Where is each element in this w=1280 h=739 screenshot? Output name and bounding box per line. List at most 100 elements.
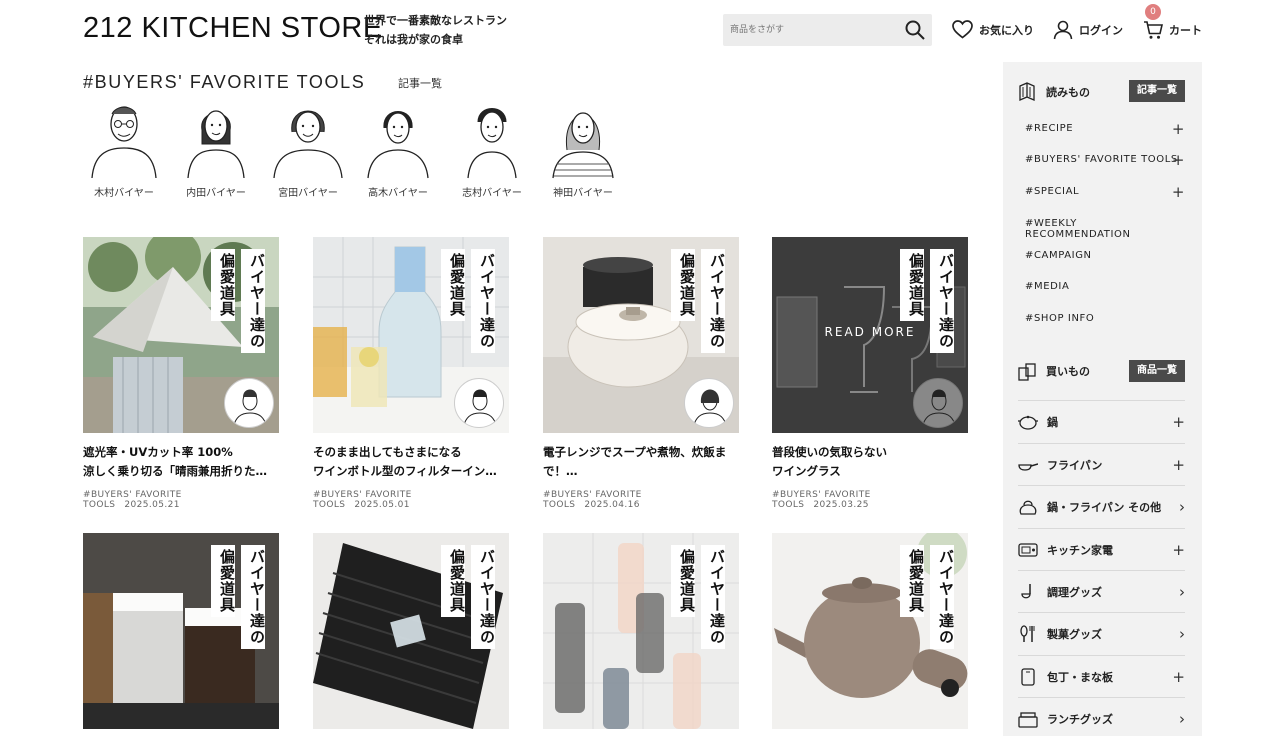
cart-label: カート	[1169, 24, 1202, 37]
category-pot-pan-other[interactable]: 鍋・フライパン その他 ›	[1018, 485, 1185, 527]
category-kitchen-appliance[interactable]: キッチン家電 +	[1018, 528, 1185, 570]
category-cooking-goods[interactable]: 調理グッズ ›	[1018, 570, 1185, 612]
article-thumbnail[interactable]: バイヤー達の 偏愛道具	[313, 237, 509, 433]
plus-icon[interactable]: +	[1172, 151, 1185, 169]
category-label: 鍋・フライパン その他	[1047, 500, 1162, 514]
article-card-umbrella[interactable]: バイヤー達の 偏愛道具 遮光率・UVカット率 100% 涼しく乗り切る「晴雨兼用…	[83, 237, 279, 510]
tagline-line-1: 世界で一番素敵なレストラン	[364, 14, 507, 27]
cart-count-badge: 0	[1145, 4, 1161, 20]
read-more-overlay[interactable]: READ MORE	[772, 325, 968, 339]
article-title[interactable]: 電子レンジでスープや煮物、炊飯ま で！…	[543, 443, 739, 481]
plus-icon[interactable]: +	[1172, 541, 1185, 559]
plus-icon[interactable]: +	[1172, 413, 1185, 431]
article-card-teapot[interactable]: バイヤー達の 偏愛道具	[772, 533, 968, 729]
plus-icon[interactable]: +	[1172, 668, 1185, 686]
sidebar-item-label: #SHOP INFO	[1025, 313, 1095, 324]
article-card-wine-glass[interactable]: バイヤー達の 偏愛道具 READ MORE 普段使いの気取らない ワイングラス …	[772, 237, 968, 510]
shopping-bag-icon	[1018, 363, 1036, 381]
cart-link[interactable]: カート	[1143, 20, 1202, 40]
buyer-name: 内田バイヤー	[186, 188, 246, 199]
login-link[interactable]: ログイン	[1053, 20, 1123, 40]
search-input[interactable]	[723, 14, 893, 46]
article-card-coffee-canister[interactable]: バイヤー達の 偏愛道具	[83, 533, 279, 729]
ladle-icon	[1021, 583, 1031, 598]
sidebar-item-recipe[interactable]: #RECIPE +	[1025, 120, 1185, 138]
buyer-takagi[interactable]: 高木バイヤー	[353, 100, 443, 199]
buyer-kimura[interactable]: 木村バイヤー	[79, 100, 169, 199]
chevron-right-icon[interactable]: ›	[1179, 710, 1185, 728]
sidebar: 読みもの 記事一覧 #RECIPE + #BUYERS' FAVORITE TOO…	[1003, 62, 1202, 736]
buyer-avatar	[913, 378, 963, 428]
article-card-microwave-pot[interactable]: バイヤー達の 偏愛道具 電子レンジでスープや煮物、炊飯ま で！… #BUYERS…	[543, 237, 739, 510]
label-buyers: バイヤー達の	[241, 249, 266, 353]
category-frying-pan[interactable]: フライパン +	[1018, 443, 1185, 485]
article-card-wine-bottle[interactable]: バイヤー達の 偏愛道具 そのまま出してもさまになる ワインボトル型のフィルターイ…	[313, 237, 509, 510]
tagline-line-2: それは我が家の食卓	[364, 33, 463, 46]
buyer-portrait	[552, 112, 614, 179]
label-favorite-tools: 偏愛道具	[671, 249, 696, 321]
buyer-shimura[interactable]: 志村バイヤー	[447, 100, 537, 199]
buyer-miyata[interactable]: 宮田バイヤー	[263, 100, 353, 199]
sidebar-item-shop-info[interactable]: #SHOP INFO	[1025, 313, 1185, 324]
sidebar-item-weekly-recommendation[interactable]: #WEEKLY RECOMMENDATION	[1025, 218, 1185, 240]
buyer-kanda[interactable]: 神田バイヤー	[538, 100, 628, 199]
title-line-2: ワインボトル型のフィルターイン…	[313, 464, 497, 478]
title-line-2: ワイングラス	[772, 464, 841, 478]
label-buyers: バイヤー達の	[471, 545, 496, 649]
article-thumbnail[interactable]: バイヤー達の 偏愛道具	[772, 533, 968, 729]
sidebar-item-media[interactable]: #MEDIA	[1025, 281, 1185, 292]
category-lunch-goods[interactable]: ランチグッズ ›	[1018, 697, 1185, 739]
article-thumbnail[interactable]: バイヤー達の 偏愛道具	[83, 533, 279, 729]
category-baking-goods[interactable]: 製菓グッズ ›	[1018, 612, 1185, 654]
user-icon	[1053, 20, 1073, 40]
article-card-thawing-plate[interactable]: バイヤー達の 偏愛道具	[313, 533, 509, 729]
article-thumbnail[interactable]: バイヤー達の 偏愛道具 READ MORE	[772, 237, 968, 433]
favorites-link[interactable]: お気に入り	[952, 20, 1034, 39]
sidebar-item-special[interactable]: #SPECIAL +	[1025, 183, 1185, 201]
search-button[interactable]	[904, 19, 926, 41]
buyer-portrait	[91, 106, 157, 179]
sidebar-item-buyers-favorite-tools[interactable]: #BUYERS' FAVORITE TOOLS +	[1025, 151, 1185, 169]
sidebar-item-campaign[interactable]: #CAMPAIGN	[1025, 250, 1185, 261]
plus-icon[interactable]: +	[1172, 183, 1185, 201]
category-label: 調理グッズ	[1047, 585, 1102, 599]
plus-icon[interactable]: +	[1172, 120, 1185, 138]
article-thumbnail[interactable]: バイヤー達の 偏愛道具	[313, 533, 509, 729]
article-title[interactable]: 遮光率・UVカット率 100% 涼しく乗り切る「晴雨兼用折りた…	[83, 443, 279, 481]
buyer-avatar	[454, 378, 504, 428]
site-logo[interactable]: 212 KITCHEN STORE	[83, 12, 383, 45]
article-card-water-bottles[interactable]: バイヤー達の 偏愛道具	[543, 533, 739, 729]
article-title[interactable]: 普段使いの気取らない ワイングラス	[772, 443, 968, 481]
label-buyers: バイヤー達の	[241, 545, 266, 649]
buyer-name: 神田バイヤー	[553, 188, 613, 199]
chevron-right-icon[interactable]: ›	[1179, 498, 1185, 516]
frying-pan-icon	[1018, 462, 1038, 471]
label-buyers: バイヤー達の	[701, 249, 726, 353]
buyer-uchida[interactable]: 内田バイヤー	[171, 100, 261, 199]
category-knife-board[interactable]: 包丁・まな板 +	[1018, 655, 1185, 697]
label-buyers: バイヤー達の	[930, 545, 955, 649]
buyer-name: 高木バイヤー	[368, 188, 428, 199]
article-list-link[interactable]: 記事一覧	[398, 75, 442, 91]
category-label: ランチグッズ	[1047, 712, 1113, 726]
article-thumbnail[interactable]: バイヤー達の 偏愛道具	[83, 237, 279, 433]
article-title[interactable]: そのまま出してもさまになる ワインボトル型のフィルターイン…	[313, 443, 509, 481]
category-label: 包丁・まな板	[1047, 670, 1113, 684]
article-thumbnail[interactable]: バイヤー達の 偏愛道具	[543, 237, 739, 433]
article-list-button[interactable]: 記事一覧	[1129, 80, 1185, 102]
label-favorite-tools: 偏愛道具	[211, 249, 236, 321]
chevron-right-icon[interactable]: ›	[1179, 625, 1185, 643]
category-label: 製菓グッズ	[1047, 627, 1102, 641]
product-list-button[interactable]: 商品一覧	[1129, 360, 1185, 382]
label-favorite-tools: 偏愛道具	[211, 545, 236, 617]
plus-icon[interactable]: +	[1172, 456, 1185, 474]
sidebar-item-label: #CAMPAIGN	[1025, 250, 1092, 261]
reading-heading-label: 読みもの	[1046, 86, 1090, 99]
chevron-right-icon[interactable]: ›	[1179, 583, 1185, 601]
label-favorite-tools: 偏愛道具	[900, 545, 925, 617]
article-thumbnail[interactable]: バイヤー達の 偏愛道具	[543, 533, 739, 729]
article-meta: #BUYERS' FAVORITE TOOLS 2025.03.25	[772, 490, 968, 510]
category-label: フライパン	[1047, 458, 1103, 472]
category-pot[interactable]: 鍋 +	[1018, 400, 1185, 442]
whisk-icon	[1020, 624, 1035, 642]
